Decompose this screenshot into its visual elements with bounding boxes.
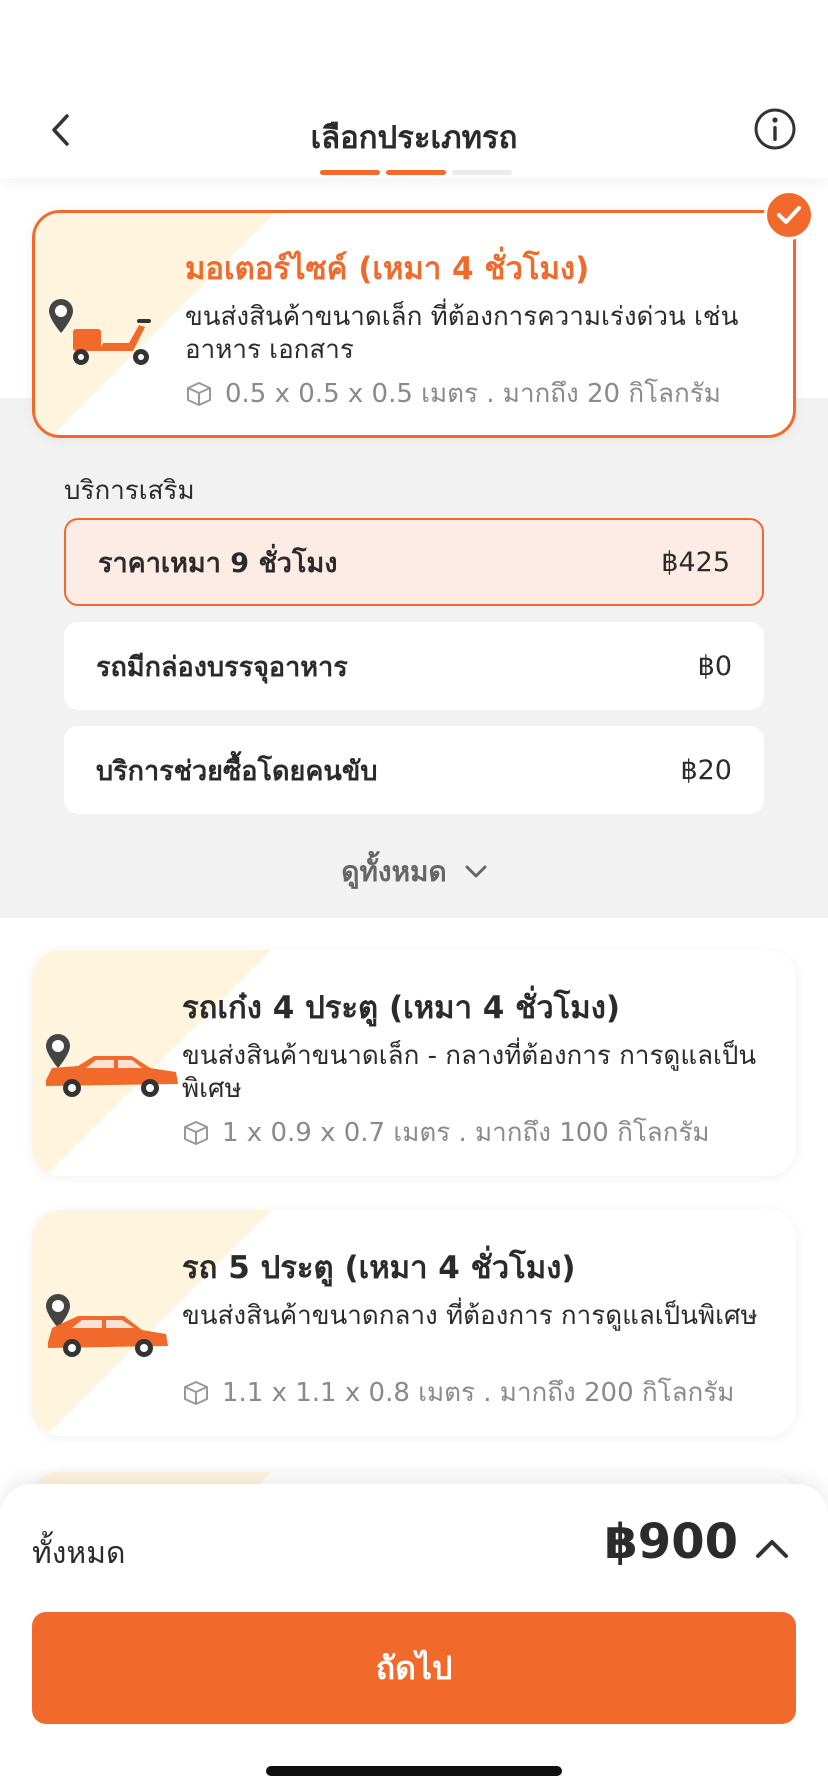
total-label: ทั้งหมด bbox=[32, 1536, 126, 1571]
extra-item[interactable]: รถมีกล่องบรรจุอาหาร ฿0 bbox=[64, 622, 764, 710]
see-all-button[interactable]: ดูทั้งหมด bbox=[0, 850, 828, 894]
check-icon bbox=[777, 206, 801, 224]
extra-label: ราคาเหมา 9 ชั่วโมง bbox=[98, 547, 338, 579]
vehicle-card-hatchback[interactable]: รถ 5 ประตู (เหมา 4 ชั่วโมง) ขนส่งสินค้าข… bbox=[32, 1210, 796, 1436]
step-1 bbox=[320, 170, 380, 175]
vehicle-title: มอเตอร์ไซค์ (เหมา 4 ชั่วโมง) bbox=[185, 251, 590, 287]
next-button[interactable]: ถัดไป bbox=[32, 1612, 796, 1724]
vehicle-dimensions: 0.5 x 0.5 x 0.5 เมตร . มากถึง 20 กิโลกรั… bbox=[185, 373, 721, 414]
vehicle-dimensions: 1 x 0.9 x 0.7 เมตร . มากถึง 100 กิโลกรัม bbox=[182, 1112, 710, 1153]
motorcycle-icon bbox=[41, 293, 191, 373]
info-icon bbox=[754, 108, 796, 150]
extra-item[interactable]: บริการช่วยซื้อโดยคนขับ ฿20 bbox=[64, 726, 764, 814]
box-icon bbox=[184, 1380, 208, 1405]
total-price: ฿900 bbox=[604, 1514, 738, 1570]
vehicle-title: รถ 5 ประตู (เหมา 4 ชั่วโมง) bbox=[182, 1250, 576, 1286]
extra-price: ฿425 bbox=[661, 546, 730, 578]
vehicle-description: ขนส่งสินค้าขนาดเล็ก ที่ต้องการความเร่งด่… bbox=[185, 302, 739, 365]
vehicle-title: รถเก๋ง 4 ประตู (เหมา 4 ชั่วโมง) bbox=[182, 990, 621, 1026]
vehicle-dimensions: 1.1 x 1.1 x 0.8 เมตร . มากถึง 200 กิโลกร… bbox=[182, 1372, 734, 1413]
dimensions-text: 0.5 x 0.5 x 0.5 เมตร . มากถึง 20 กิโลกรั… bbox=[225, 379, 721, 409]
extra-price: ฿0 bbox=[697, 650, 732, 682]
vehicle-description: ขนส่งสินค้าขนาดกลาง ที่ต้องการ การดูแลเป… bbox=[182, 1301, 758, 1331]
box-icon bbox=[184, 1120, 208, 1145]
info-button[interactable] bbox=[752, 106, 798, 152]
box-icon bbox=[187, 381, 211, 406]
see-all-label: ดูทั้งหมด bbox=[341, 855, 447, 888]
step-2 bbox=[386, 170, 446, 175]
vehicle-description: ขนส่งสินค้าขนาดเล็ก - กลางที่ต้องการ การ… bbox=[182, 1041, 757, 1104]
extra-price: ฿20 bbox=[680, 754, 732, 786]
sedan-icon bbox=[38, 1028, 188, 1108]
dimensions-text: 1 x 0.9 x 0.7 เมตร . มากถึง 100 กิโลกรัม bbox=[222, 1118, 710, 1148]
step-3 bbox=[452, 170, 512, 175]
page-title: เลือกประเภทรถ bbox=[310, 120, 518, 156]
selected-check-badge bbox=[764, 190, 814, 240]
extra-label: รถมีกล่องบรรจุอาหาร bbox=[96, 651, 348, 683]
vehicle-card-sedan[interactable]: รถเก๋ง 4 ประตู (เหมา 4 ชั่วโมง) ขนส่งสิน… bbox=[32, 950, 796, 1176]
hatchback-icon bbox=[38, 1288, 188, 1368]
extra-item[interactable]: ราคาเหมา 9 ชั่วโมง ฿425 bbox=[64, 518, 764, 606]
extras-heading: บริการเสริม bbox=[64, 476, 195, 506]
home-indicator bbox=[266, 1766, 562, 1776]
progress-steps bbox=[320, 170, 512, 175]
vehicle-card-motorcycle[interactable]: มอเตอร์ไซค์ (เหมา 4 ชั่วโมง) ขนส่งสินค้า… bbox=[32, 210, 796, 438]
header: เลือกประเภทรถ bbox=[0, 0, 828, 178]
chevron-down-icon bbox=[465, 865, 487, 878]
dimensions-text: 1.1 x 1.1 x 0.8 เมตร . มากถึง 200 กิโลกร… bbox=[222, 1378, 735, 1408]
bottom-sheet: ทั้งหมด ฿900 ถัดไป bbox=[0, 1484, 828, 1792]
extra-label: บริการช่วยซื้อโดยคนขับ bbox=[96, 755, 378, 787]
chevron-up-icon bbox=[756, 1540, 788, 1558]
expand-summary-button[interactable] bbox=[754, 1536, 790, 1560]
